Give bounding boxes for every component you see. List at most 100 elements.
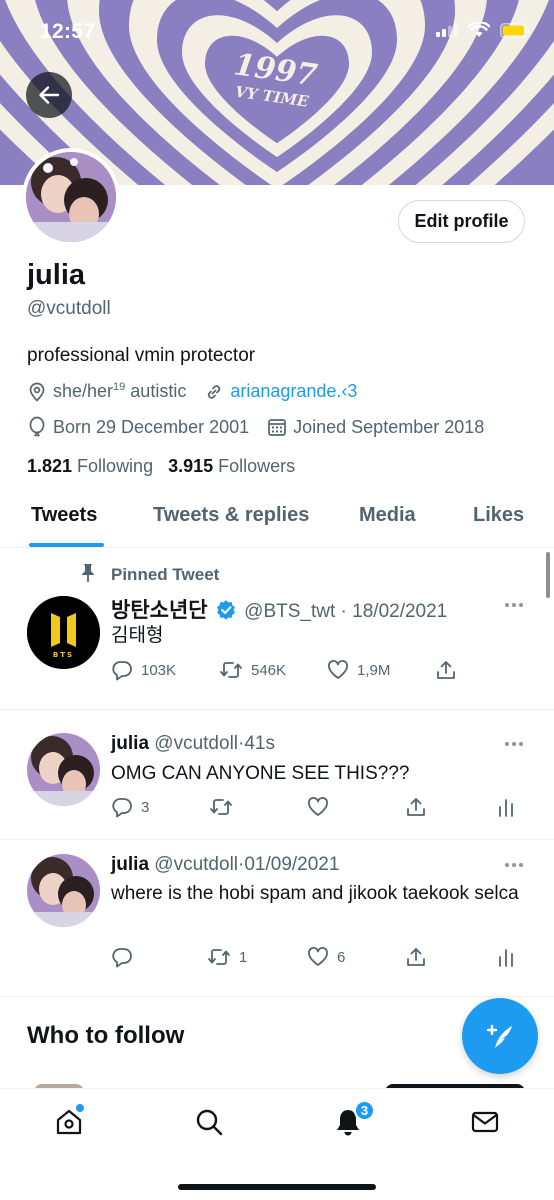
compose-icon — [486, 1024, 512, 1048]
link-icon — [208, 384, 221, 399]
profile-meta-row-2: Born 29 December 2001 Joined September 2… — [27, 416, 484, 438]
pinned-tweet-handle: @BTS_twt — [244, 601, 336, 622]
profile-bio: professional vmin protector — [27, 345, 256, 366]
retweet-button[interactable] — [209, 796, 241, 818]
birthday-icon — [29, 416, 45, 437]
reply-icon — [112, 661, 132, 681]
analytics-button[interactable] — [497, 796, 515, 818]
avatar-photo — [27, 854, 100, 927]
compose-tweet-button[interactable] — [462, 998, 538, 1074]
tweet-author-name[interactable]: julia — [111, 854, 149, 875]
tweet-author-name[interactable]: julia — [111, 733, 149, 754]
analytics-icon — [499, 799, 513, 817]
status-time: 12:57 — [40, 20, 96, 43]
tab-tweets[interactable]: Tweets — [31, 504, 97, 527]
profile-display-name: julia — [27, 259, 86, 291]
retweet-icon — [220, 662, 242, 678]
analytics-button[interactable] — [497, 946, 515, 968]
tweet-author-handle: @vcutdoll — [154, 854, 239, 875]
tweet-avatar[interactable] — [27, 854, 100, 927]
retweet-icon — [210, 799, 232, 815]
share-button[interactable] — [405, 946, 427, 968]
reply-button[interactable]: 103K — [111, 659, 176, 681]
retweet-count: 1 — [239, 948, 248, 966]
location-icon — [29, 382, 45, 402]
like-count: 1,9M — [357, 661, 391, 679]
bts-logo: BTS — [27, 596, 100, 669]
edit-profile-button[interactable]: Edit profile — [398, 200, 525, 243]
battery-icon — [500, 22, 530, 38]
nav-search[interactable] — [194, 1107, 224, 1137]
like-button[interactable]: 6 — [307, 946, 345, 968]
verified-icon — [216, 600, 235, 620]
pinned-tweet-label: Pinned Tweet — [111, 565, 220, 584]
like-button[interactable] — [307, 796, 337, 818]
pinned-tweet-name[interactable]: 방탄소년단 — [111, 599, 208, 622]
profile-avatar[interactable] — [22, 148, 120, 246]
analytics-icon — [499, 949, 513, 967]
tab-media[interactable]: Media — [359, 504, 416, 527]
home-indicator — [178, 1184, 376, 1190]
tweet-author-handle: @vcutdoll — [154, 733, 239, 754]
reply-icon — [112, 798, 132, 818]
notifications-badge: 3 — [354, 1100, 375, 1121]
reply-count: 103K — [141, 661, 177, 679]
pin-icon — [81, 564, 95, 582]
share-icon — [437, 661, 455, 679]
profile-born: Born 29 December 2001 — [53, 416, 250, 437]
pinned-tweet-avatar[interactable]: BTS — [27, 596, 100, 669]
cellular-signal-icon — [436, 23, 458, 37]
pinned-tweet-date: 18/02/2021 — [352, 601, 448, 622]
reply-icon — [112, 948, 132, 968]
profile-location: she/her19 autistic — [53, 381, 186, 402]
profile-handle: @vcutdoll — [27, 298, 111, 319]
active-tab-indicator — [29, 543, 104, 547]
pinned-tweet-header: 방탄소년단 @BTS_twt · 18/02/2021 — [111, 594, 447, 624]
like-count: 6 — [337, 948, 346, 966]
followers-link[interactable]: 3.915 Followers — [168, 456, 295, 476]
pinned-tweet-sep: · — [340, 601, 347, 622]
location-superscript: 19 — [113, 381, 126, 393]
tweet-avatar[interactable] — [27, 733, 100, 806]
profile-joined: Joined September 2018 — [293, 416, 485, 437]
like-icon — [328, 660, 348, 679]
pinned-tweet-more-button[interactable] — [505, 603, 523, 607]
calendar-icon — [268, 419, 286, 436]
share-icon — [407, 798, 425, 816]
followers-label: Followers — [213, 456, 296, 476]
share-button[interactable] — [405, 796, 427, 818]
who-to-follow-heading: Who to follow — [27, 1022, 185, 1049]
tweet-more-button[interactable] — [505, 863, 523, 867]
retweet-button[interactable]: 546K — [219, 659, 286, 681]
share-button[interactable] — [435, 659, 457, 681]
like-icon — [308, 947, 328, 966]
tweet-time: 01/09/2021 — [244, 854, 340, 875]
reply-button[interactable] — [111, 946, 141, 968]
status-bar: 12:57 — [0, 0, 554, 60]
profile-website-link[interactable]: arianagrande.‹3 — [230, 381, 357, 402]
profile-counts: 1.821 Following 3.915 Followers — [27, 456, 295, 477]
mail-icon — [471, 1111, 499, 1133]
location-suffix: autistic — [125, 381, 187, 401]
reply-button[interactable]: 3 — [111, 796, 149, 818]
tweet-header: julia @vcutdoll·01/09/2021 — [111, 854, 339, 876]
tweet-actions: 1 6 — [111, 946, 521, 972]
retweet-button[interactable]: 1 — [207, 946, 247, 968]
retweet-count: 546K — [251, 661, 287, 679]
tab-tweets-replies[interactable]: Tweets & replies — [153, 504, 309, 527]
nav-messages[interactable] — [470, 1107, 500, 1137]
tweet-more-button[interactable] — [505, 742, 523, 746]
back-button[interactable] — [26, 72, 72, 118]
reply-count: 3 — [141, 798, 150, 816]
home-unread-dot — [76, 1104, 84, 1112]
tweet-time: 41s — [244, 733, 275, 754]
search-icon — [196, 1109, 223, 1136]
tab-likes[interactable]: Likes — [473, 504, 524, 527]
following-count: 1.821 — [27, 456, 73, 476]
like-icon — [308, 797, 328, 816]
following-link[interactable]: 1.821 Following — [27, 456, 153, 476]
tweet-text: OMG CAN ANYONE SEE THIS??? — [111, 763, 410, 784]
location-text: she/her — [53, 381, 114, 401]
like-button[interactable]: 1,9M — [327, 659, 390, 681]
pinned-tweet-text: 김태형 — [111, 625, 164, 646]
